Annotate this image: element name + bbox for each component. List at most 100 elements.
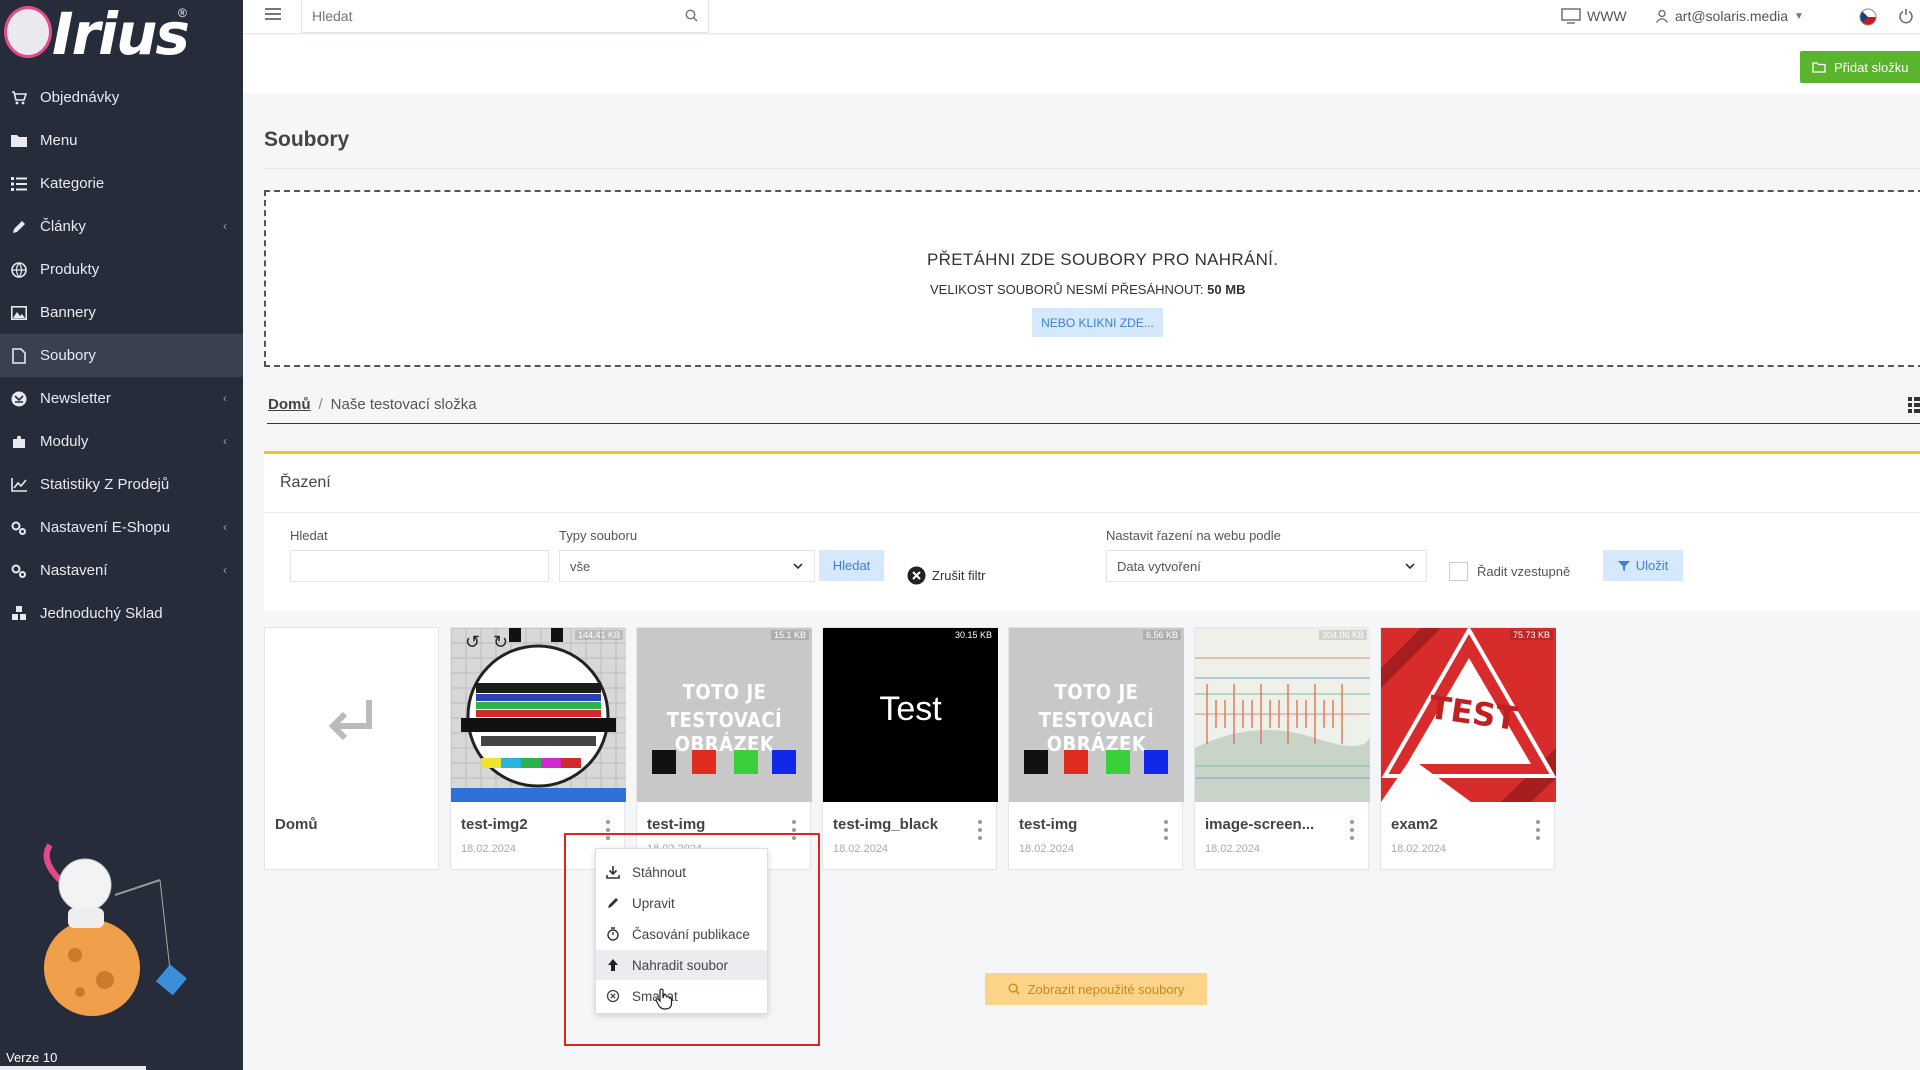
power-icon[interactable]	[1898, 8, 1914, 24]
user-icon	[1655, 9, 1669, 23]
sidebar-item-label: Produkty	[40, 261, 100, 278]
more-options-icon[interactable]	[978, 820, 982, 844]
delete-icon	[606, 989, 620, 1003]
dropzone-click-button[interactable]: NEBO KLIKNI ZDE...	[1032, 308, 1163, 337]
context-menu-item-delete[interactable]: Smazat	[596, 981, 767, 1011]
chevron-left-icon: ‹	[223, 563, 227, 577]
registered-mark: ®	[178, 6, 187, 20]
astronaut-logo-icon	[4, 6, 52, 58]
sidebar-item-nastaveni[interactable]: Nastavení ‹	[0, 549, 243, 592]
image-icon	[10, 304, 28, 322]
chevron-down-icon	[1405, 563, 1415, 570]
hamburger-menu-icon[interactable]	[265, 8, 281, 22]
edit-icon	[606, 896, 620, 910]
sidebar-item-menu[interactable]: Menu	[0, 119, 243, 162]
sidebar-item-nastaveni-e-shopu[interactable]: Nastavení E-Shopu ‹	[0, 506, 243, 549]
list-view-icon[interactable]	[1908, 396, 1920, 414]
sidebar-item-label: Statistiky Z Prodejů	[40, 476, 170, 493]
sidebar-item-moduly[interactable]: Moduly ‹	[0, 420, 243, 463]
file-size: 75.73 KB	[1509, 630, 1553, 640]
file-card[interactable]: TEST 75.73 KB exam2 18.02.2024	[1380, 627, 1556, 870]
sorting-panel: Řazení Hledat Typy souboru vše Hledat Zr…	[264, 451, 1920, 611]
top-search-input[interactable]	[302, 0, 662, 31]
breadcrumb-separator: /	[318, 396, 323, 413]
action-bar: Přidat složku	[243, 35, 1920, 93]
chevron-down-icon: ▼	[1794, 10, 1804, 22]
www-link[interactable]: WWW	[1561, 8, 1627, 24]
sidebar-item-objednavky[interactable]: Objednávky	[0, 76, 243, 119]
user-menu[interactable]: art@solaris.media ▼	[1655, 8, 1804, 24]
context-menu-item-edit[interactable]: Upravit	[596, 888, 767, 918]
folder-up-thumb	[265, 628, 440, 802]
order-select[interactable]: Data vytvoření	[1106, 550, 1427, 582]
add-folder-button[interactable]: Přidat složku	[1800, 51, 1920, 83]
svg-text:↻: ↻	[493, 632, 508, 652]
file-type-select[interactable]: vše	[559, 550, 815, 582]
file-date: 18.02.2024	[833, 843, 889, 855]
file-card[interactable]: TOTO JE TESTOVACÍ OBRÁZEK 6.56 KB test-img 1…	[1008, 627, 1184, 870]
cancel-filter-button[interactable]: Zrušit filtr	[907, 566, 985, 585]
folder-icon	[1812, 62, 1826, 73]
file-thumbnail: Test 30.15 KB	[823, 628, 998, 802]
chevron-left-icon: ‹	[223, 520, 227, 534]
hand-cursor-icon	[655, 988, 673, 1010]
context-menu-item-timer[interactable]: Časování publikace	[596, 919, 767, 949]
file-name: exam2	[1391, 816, 1438, 833]
sidebar-item-clanky[interactable]: Články ‹	[0, 205, 243, 248]
file-card[interactable]: 304.06 KB image-screen... 18.02.2024	[1194, 627, 1370, 870]
ascending-label: Řadit vzestupně	[1477, 564, 1571, 579]
monitor-icon	[1561, 8, 1581, 24]
file-size: 6.56 KB	[1142, 630, 1181, 640]
search-icon[interactable]	[685, 9, 698, 22]
sidebar-item-label: Bannery	[40, 304, 96, 321]
divider	[264, 512, 1920, 513]
breadcrumb-home-link[interactable]: Domů	[268, 396, 311, 413]
context-menu-label: Stáhnout	[632, 864, 687, 880]
more-options-icon[interactable]	[1164, 820, 1168, 844]
file-card[interactable]: Test 30.15 KB test-img_black 18.02.2024	[822, 627, 998, 870]
timer-icon	[606, 927, 620, 941]
sidebar-item-produkty[interactable]: Produkty	[0, 248, 243, 291]
svg-text:↺: ↺	[465, 632, 480, 652]
file-thumbnail: TEST 75.73 KB	[1381, 628, 1556, 802]
sidebar-item-label: Menu	[40, 132, 78, 149]
sidebar-item-label: Jednoduchý Sklad	[40, 605, 163, 622]
logo[interactable]: Irius ®	[0, 0, 243, 70]
show-unused-files-button[interactable]: Zobrazit nepoužité soubory	[985, 973, 1207, 1005]
close-circle-icon	[907, 566, 926, 585]
file-icon	[10, 347, 28, 365]
sorting-title: Řazení	[280, 474, 331, 491]
folder-up-card[interactable]: Domů	[264, 627, 439, 870]
filter-icon	[1617, 560, 1630, 571]
context-menu-item-download[interactable]: Stáhnout	[596, 857, 767, 887]
ascending-checkbox[interactable]	[1449, 562, 1468, 581]
sidebar-item-newsletter[interactable]: Newsletter ‹	[0, 377, 243, 420]
user-email: art@solaris.media	[1675, 8, 1789, 24]
list-icon	[10, 175, 28, 193]
search-icon	[1008, 983, 1020, 995]
czech-flag-icon[interactable]	[1859, 8, 1877, 26]
file-name: test-img_black	[833, 816, 939, 833]
sidebar-item-jednoduchy-sklad[interactable]: Jednoduchý Sklad	[0, 592, 243, 635]
sidebar-item-label: Kategorie	[40, 175, 105, 192]
upload-dropzone[interactable]: PŘETÁHNI ZDE SOUBORY PRO NAHRÁNÍ. VELIKO…	[264, 190, 1920, 367]
save-button[interactable]: Uložit	[1603, 550, 1683, 581]
order-value: Data vytvoření	[1117, 558, 1201, 574]
file-size: 144.41 KB	[574, 630, 623, 640]
sidebar-item-bannery[interactable]: Bannery	[0, 291, 243, 334]
thumb-text-line1: TOTO JE	[1054, 680, 1139, 704]
file-name: test-img	[1019, 816, 1078, 833]
sidebar-item-statistiky-z-prodeju[interactable]: Statistiky Z Prodejů	[0, 463, 243, 506]
sidebar-item-soubory[interactable]: Soubory	[0, 334, 243, 377]
more-options-icon[interactable]	[1536, 820, 1540, 844]
dropzone-title: PŘETÁHNI ZDE SOUBORY PRO NAHRÁNÍ.	[927, 250, 1279, 269]
search-button[interactable]: Hledat	[819, 550, 884, 581]
sidebar-item-kategorie[interactable]: Kategorie	[0, 162, 243, 205]
file-date: 18.02.2024	[1391, 843, 1447, 855]
file-type-label: Typy souboru	[559, 528, 638, 543]
thumb-text-line2: TESTOVACÍ OBRÁZEK	[666, 708, 783, 756]
context-menu-item-upload[interactable]: Nahradit soubor	[596, 950, 767, 980]
more-options-icon[interactable]	[1350, 820, 1354, 844]
file-search-input[interactable]	[290, 550, 549, 582]
cancel-filter-label: Zrušit filtr	[932, 568, 986, 583]
